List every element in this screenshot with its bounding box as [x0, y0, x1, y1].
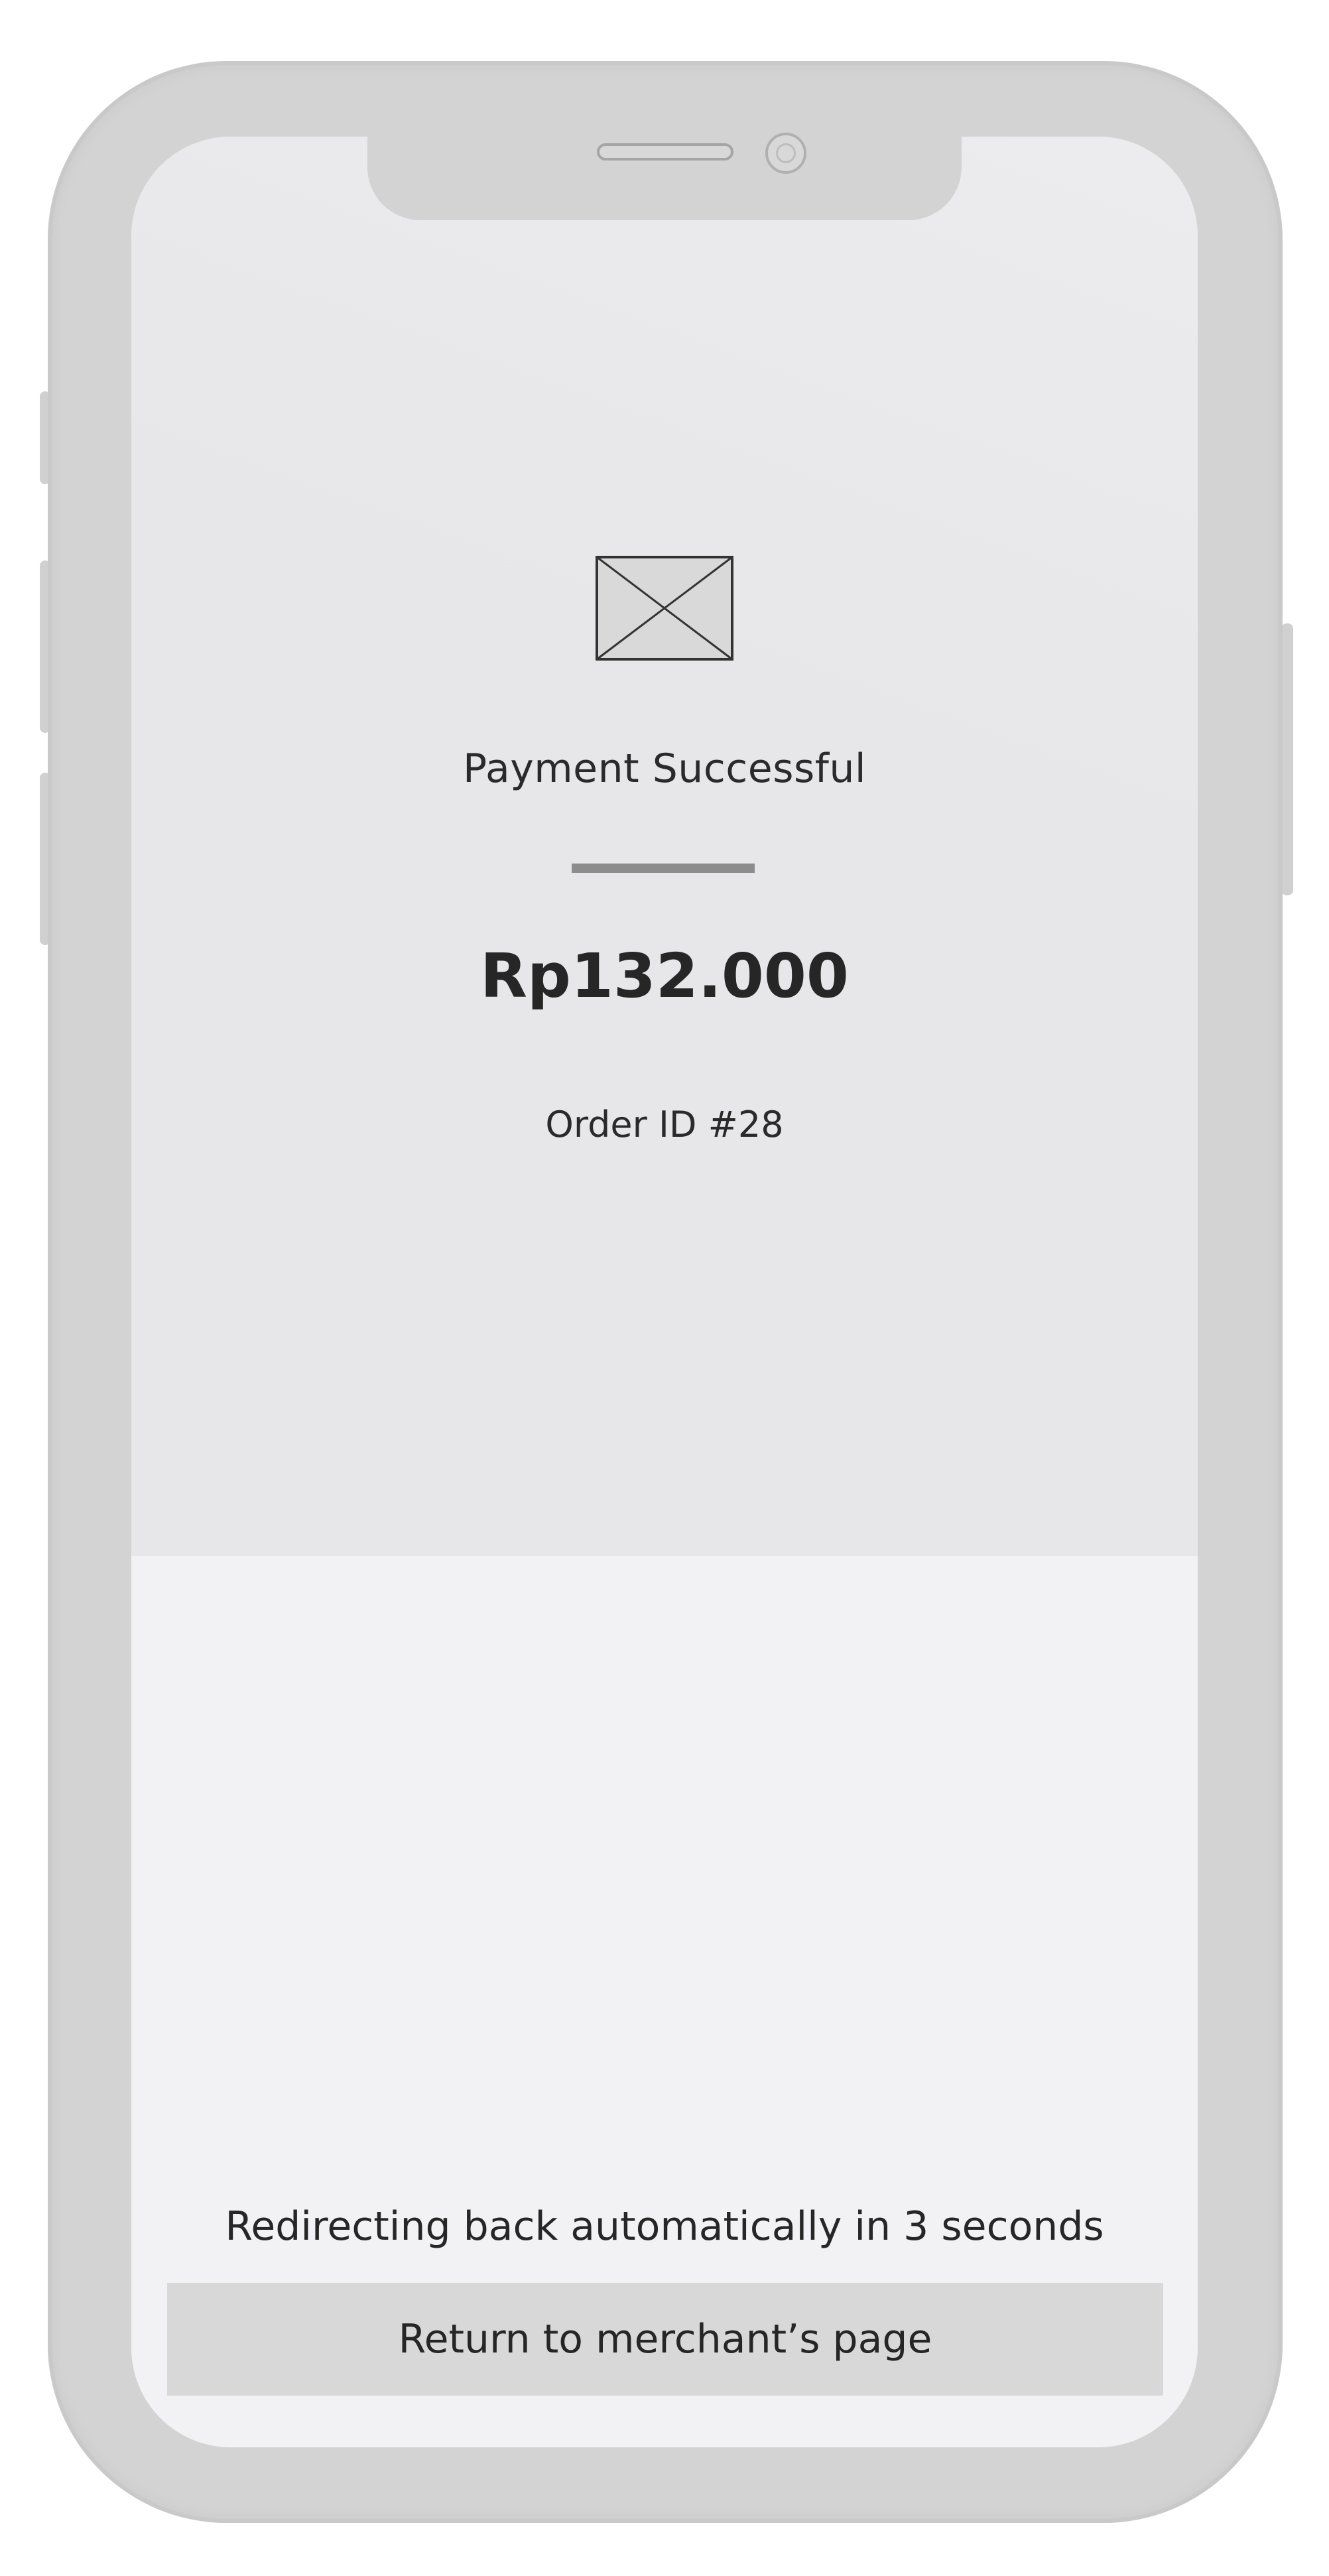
image-placeholder-icon	[596, 556, 733, 661]
order-id: Order ID #28	[545, 1104, 784, 1145]
speaker-grille	[597, 143, 733, 161]
payment-amount: Rp132.000	[480, 940, 849, 1011]
return-to-merchant-button[interactable]: Return to merchant’s page	[167, 2283, 1163, 2396]
divider	[572, 864, 755, 873]
payment-status-title: Payment Successful	[462, 745, 867, 792]
front-camera-icon	[765, 133, 806, 174]
phone-screen	[131, 137, 1198, 2447]
redirect-countdown-text: Redirecting back automatically in 3 seco…	[225, 2203, 1104, 2250]
payment-summary-panel	[131, 137, 1198, 1556]
